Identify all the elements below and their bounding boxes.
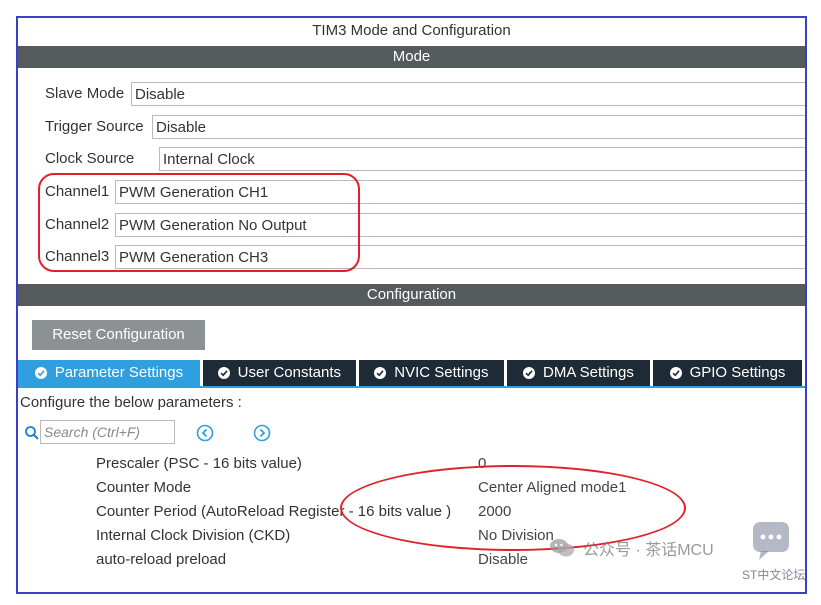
clock-source-select[interactable]: Internal Clock <box>159 147 805 171</box>
tim3-config-window: TIM3 Mode and Configuration Mode Slave M… <box>16 16 807 594</box>
param-name: Counter Mode <box>96 479 192 496</box>
param-name: auto-reload preload <box>96 551 227 568</box>
param-row-counter-mode[interactable]: Counter Mode Center Aligned mode1 <box>96 477 796 499</box>
param-row-counter-period[interactable]: Counter Period (AutoReload Register - 16… <box>96 501 796 523</box>
search-input[interactable] <box>40 420 175 444</box>
trigger-source-row: Trigger Source Disable <box>45 115 805 139</box>
channel1-select[interactable]: PWM Generation CH1 <box>115 180 805 204</box>
configure-instruction: Configure the below parameters : <box>20 394 242 411</box>
slave-mode-select[interactable]: Disable <box>131 82 805 106</box>
check-circle-icon <box>669 367 682 379</box>
watermark: 公众号 · 茶话MCU <box>549 537 714 559</box>
chat-bubble-icon <box>753 522 789 560</box>
param-name: Prescaler (PSC - 16 bits value) <box>96 455 302 472</box>
arrow-left-circle-icon[interactable] <box>196 424 214 442</box>
check-circle-icon <box>217 367 230 379</box>
trigger-source-select[interactable]: Disable <box>152 115 805 139</box>
tab-user-constants[interactable]: User Constants <box>202 360 356 386</box>
reset-configuration-button[interactable]: Reset Configuration <box>32 320 205 350</box>
channel3-select[interactable]: PWM Generation CH3 <box>115 245 805 269</box>
check-circle-icon <box>523 367 535 379</box>
channel2-label: Channel2 <box>45 216 110 233</box>
tab-label: Parameter Settings <box>54 364 184 381</box>
param-value[interactable]: 2000 <box>478 501 511 523</box>
param-value[interactable]: No Division <box>478 525 554 547</box>
param-value[interactable]: Disable <box>478 549 528 571</box>
check-circle-icon <box>374 367 387 379</box>
param-name: Internal Clock Division (CKD) <box>96 527 291 544</box>
tab-parameter-settings[interactable]: Parameter Settings <box>18 360 200 386</box>
channel3-row: Channel3 PWM Generation CH3 <box>45 245 805 269</box>
param-row-prescaler[interactable]: Prescaler (PSC - 16 bits value) 0 <box>96 453 796 475</box>
tab-gpio-settings[interactable]: GPIO Settings <box>652 360 803 386</box>
slave-mode-label: Slave Mode <box>45 85 125 102</box>
channel3-label: Channel3 <box>45 248 110 265</box>
channel1-row: Channel1 PWM Generation CH1 <box>45 180 805 204</box>
tab-label: GPIO Settings <box>689 364 786 381</box>
slave-mode-row: Slave Mode Disable <box>45 82 805 106</box>
clock-source-row: Clock Source Internal Clock <box>45 147 805 171</box>
tabs-underline <box>18 386 805 388</box>
watermark-small-text: ST中文论坛 <box>742 568 806 582</box>
param-value[interactable]: 0 <box>478 453 486 475</box>
tab-nvic-settings[interactable]: NVIC Settings <box>358 360 504 386</box>
arrow-right-circle-icon[interactable] <box>253 424 271 442</box>
mode-section-header: Mode <box>18 46 805 68</box>
clock-source-label: Clock Source <box>45 150 135 167</box>
window-title: TIM3 Mode and Configuration <box>312 22 511 39</box>
tab-label: NVIC Settings <box>394 364 489 381</box>
channel2-select[interactable]: PWM Generation No Output <box>115 213 805 237</box>
tab-label: User Constants <box>237 364 342 381</box>
wechat-icon <box>549 538 575 558</box>
param-name: Counter Period (AutoReload Register - 16… <box>96 503 452 520</box>
channel1-label: Channel1 <box>45 183 110 200</box>
trigger-source-label: Trigger Source <box>45 118 144 135</box>
param-value[interactable]: Center Aligned mode1 <box>478 477 626 499</box>
tab-dma-settings[interactable]: DMA Settings <box>506 360 650 386</box>
watermark-text: 公众号 · 茶话MCU <box>583 542 714 559</box>
tab-label: DMA Settings <box>543 364 634 381</box>
config-tabs: Parameter Settings User Constants NVIC S… <box>18 360 805 386</box>
check-circle-icon <box>34 367 47 379</box>
configuration-section-header: Configuration <box>18 284 805 306</box>
search-icon[interactable] <box>24 425 40 441</box>
channel2-row: Channel2 PWM Generation No Output <box>45 213 805 237</box>
